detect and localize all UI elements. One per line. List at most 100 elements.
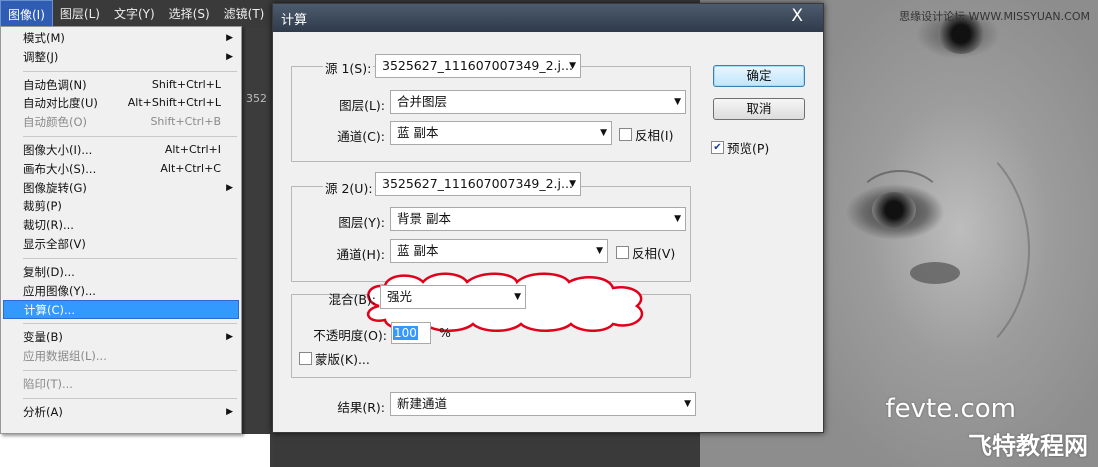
menu-separator bbox=[23, 135, 237, 137]
menu-item[interactable]: 应用图像(Y)... bbox=[3, 282, 239, 301]
menu-select[interactable]: 选择(S) bbox=[162, 0, 217, 28]
menu-item-label: 图像旋转(G) bbox=[23, 180, 87, 195]
menu-item-label: 模式(M) bbox=[23, 31, 65, 45]
dialog-titlebar[interactable]: 计算 X bbox=[273, 4, 823, 32]
source1-invert-checkbox[interactable]: 反相(I) bbox=[619, 125, 673, 144]
menu-item-label: 分析(A) bbox=[23, 404, 63, 419]
menu-item-label: 应用图像(Y)... bbox=[23, 283, 96, 298]
menu-type[interactable]: 文字(Y) bbox=[107, 0, 162, 28]
checkbox-box bbox=[619, 128, 632, 141]
submenu-arrow-icon: ▶ bbox=[226, 51, 233, 62]
submenu-arrow-icon: ▶ bbox=[226, 182, 233, 193]
menu-separator bbox=[23, 397, 237, 399]
menubar: 图像(I) 图层(L) 文字(Y) 选择(S) 滤镜(T) bbox=[0, 0, 272, 28]
result-label: 结果(R): bbox=[337, 400, 385, 415]
preview-checkbox[interactable]: ✔ 预览(P) bbox=[711, 138, 769, 157]
menu-item-label: 裁切(R)... bbox=[23, 218, 74, 233]
menu-item[interactable]: 复制(D)... bbox=[3, 263, 239, 282]
menu-layer[interactable]: 图层(L) bbox=[53, 0, 107, 28]
menu-item[interactable]: 计算(C)... bbox=[3, 300, 239, 320]
menu-item-shortcut: Shift+Ctrl+L bbox=[151, 77, 221, 91]
chevron-down-icon: ▼ bbox=[569, 179, 576, 189]
nose-crease bbox=[830, 130, 1030, 370]
source2-layer-label: 图层(Y): bbox=[338, 215, 385, 230]
ok-button[interactable]: 确定 bbox=[713, 65, 805, 87]
cancel-button[interactable]: 取消 bbox=[713, 98, 805, 120]
submenu-arrow-icon: ▶ bbox=[226, 332, 233, 343]
chevron-down-icon: ▼ bbox=[596, 246, 603, 256]
close-icon[interactable]: X bbox=[791, 6, 803, 26]
nostril bbox=[910, 262, 960, 284]
source2-file-select[interactable]: 3525627_111607007349_2.j... ▼ bbox=[375, 172, 581, 196]
menu-item-label: 裁剪(P) bbox=[23, 199, 62, 214]
opacity-input[interactable]: 100 bbox=[391, 322, 431, 344]
menu-item[interactable]: 调整(J) ▶ bbox=[3, 48, 239, 67]
menu-item-label: 复制(D)... bbox=[23, 264, 75, 279]
menu-item[interactable]: 模式(M) ▶ bbox=[3, 29, 239, 48]
doc-tab-fragment: 352 bbox=[246, 92, 267, 105]
menu-item-label: 调整(J) bbox=[23, 49, 59, 64]
menu-item[interactable]: 图像旋转(G) ▶ bbox=[3, 179, 239, 198]
menu-item[interactable]: 显示全部(V) bbox=[3, 235, 239, 254]
menu-item-label: 图像大小(I)... bbox=[23, 142, 93, 157]
watermark-fevte: fevte.com bbox=[885, 394, 1016, 424]
source1-channel-label: 通道(C): bbox=[337, 129, 385, 144]
source1-layer-select[interactable]: 合并图层 ▼ bbox=[390, 90, 686, 114]
submenu-arrow-icon: ▶ bbox=[226, 406, 233, 417]
calculations-dialog: 计算 X 源 1(S): 3525627_111607007349_2.j...… bbox=[272, 3, 824, 433]
watermark-site: 思缘设计论坛 WWW.MISSYUAN.COM bbox=[899, 10, 1090, 23]
menu-item-label: 自动对比度(U) bbox=[23, 96, 98, 111]
result-select[interactable]: 新建通道 ▼ bbox=[390, 392, 696, 416]
source1-channel-select[interactable]: 蓝 副本 ▼ bbox=[390, 121, 612, 145]
menu-item-label: 自动颜色(O) bbox=[23, 115, 88, 130]
menu-separator bbox=[23, 70, 237, 72]
source2-invert-checkbox[interactable]: 反相(V) bbox=[616, 243, 675, 262]
source1-layer-label: 图层(L): bbox=[339, 98, 385, 113]
chevron-down-icon: ▼ bbox=[674, 97, 681, 107]
image-menu: 模式(M) ▶ 调整(J) ▶ 自动色调(N) Shift+Ctrl+L 自动对比度(U) A… bbox=[0, 26, 242, 434]
opacity-label: 不透明度(O): bbox=[313, 328, 387, 343]
submenu-arrow-icon: ▶ bbox=[226, 33, 233, 43]
source1-label: 源 1(S): bbox=[323, 58, 374, 77]
menu-item-shortcut: Shift+Ctrl+B bbox=[150, 115, 221, 129]
menu-item-label: 陷印(T)... bbox=[23, 376, 73, 391]
menu-item[interactable]: 裁剪(P) bbox=[3, 197, 239, 216]
checkbox-box bbox=[616, 246, 629, 259]
watermark-cn: 飞特教程网 bbox=[968, 432, 1088, 460]
checkbox-box bbox=[299, 352, 312, 365]
menu-item[interactable]: 分析(A) ▶ bbox=[3, 403, 239, 422]
blank-area bbox=[0, 434, 270, 467]
menu-separator bbox=[23, 323, 237, 325]
menu-item[interactable]: 图像大小(I)... Alt+Ctrl+I bbox=[3, 141, 239, 160]
source2-channel-select[interactable]: 蓝 副本 ▼ bbox=[390, 239, 608, 263]
menu-separator bbox=[23, 257, 237, 259]
opacity-unit: % bbox=[439, 325, 451, 340]
mask-checkbox[interactable]: 蒙版(K)... bbox=[299, 349, 370, 368]
menu-item[interactable]: 自动对比度(U) Alt+Shift+Ctrl+L bbox=[3, 94, 239, 113]
dialog-title: 计算 bbox=[281, 13, 308, 28]
menu-item: 应用数据组(L)... bbox=[3, 347, 239, 366]
menu-item[interactable]: 裁切(R)... bbox=[3, 216, 239, 235]
source1-group bbox=[291, 66, 691, 162]
menu-filter[interactable]: 滤镜(T) bbox=[217, 0, 272, 28]
menu-item-shortcut: Alt+Shift+Ctrl+L bbox=[127, 96, 221, 110]
check-icon: ✔ bbox=[711, 141, 724, 154]
source2-layer-select[interactable]: 背景 副本 ▼ bbox=[390, 207, 686, 231]
chevron-down-icon: ▼ bbox=[600, 128, 607, 138]
menu-item-label: 应用数据组(L)... bbox=[23, 348, 107, 363]
menu-item-shortcut: Alt+Ctrl+C bbox=[160, 161, 221, 175]
menu-item[interactable]: 变量(B) ▶ bbox=[3, 328, 239, 347]
menu-item-shortcut: Alt+Ctrl+I bbox=[164, 142, 221, 156]
menu-item[interactable]: 自动色调(N) Shift+Ctrl+L bbox=[3, 76, 239, 95]
menu-image[interactable]: 图像(I) bbox=[0, 0, 53, 28]
source1-file-select[interactable]: 3525627_111607007349_2.j... ▼ bbox=[375, 54, 581, 78]
menu-item: 自动颜色(O) Shift+Ctrl+B bbox=[3, 113, 239, 132]
source2-channel-label: 通道(H): bbox=[336, 247, 385, 262]
blend-mode-select[interactable]: 强光 ▼ bbox=[380, 285, 526, 309]
menu-item[interactable]: 画布大小(S)... Alt+Ctrl+C bbox=[3, 160, 239, 179]
menu-separator bbox=[23, 369, 237, 371]
menu-item-label: 显示全部(V) bbox=[23, 236, 86, 251]
chevron-down-icon: ▼ bbox=[684, 399, 691, 409]
chevron-down-icon: ▼ bbox=[674, 214, 681, 224]
source2-group bbox=[291, 186, 691, 282]
